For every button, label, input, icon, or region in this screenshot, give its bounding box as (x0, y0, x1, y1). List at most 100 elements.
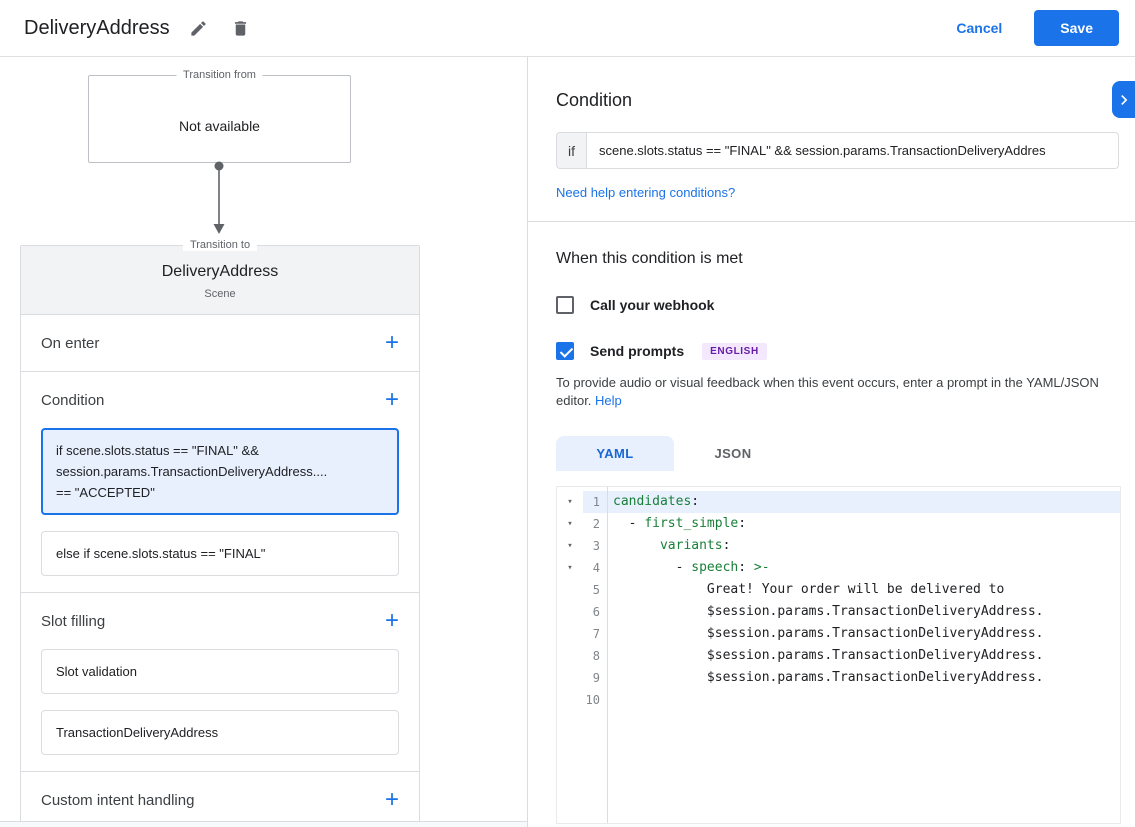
fold-gutter (557, 601, 583, 623)
scene-header: DeliveryAddress Scene (21, 246, 419, 315)
line-number: 7 (583, 623, 607, 645)
add-condition-button[interactable]: + (379, 388, 405, 412)
line-number: 9 (583, 667, 607, 689)
scene-type: Scene (21, 288, 419, 300)
line-number: 5 (583, 579, 607, 601)
condition-card[interactable]: else if scene.slots.status == "FINAL" (41, 531, 399, 576)
add-on-enter-button[interactable]: + (379, 331, 405, 355)
code-lines: ▾1candidates:▾2 - first_simple:▾3 varian… (557, 491, 1120, 711)
line-number: 6 (583, 601, 607, 623)
editor-line[interactable]: 8 $session.params.TransactionDeliveryAdd… (557, 645, 1120, 667)
code-text (607, 689, 1120, 711)
editor-line[interactable]: ▾4 - speech: >- (557, 557, 1120, 579)
save-button[interactable]: Save (1034, 10, 1119, 46)
delete-scene-button[interactable] (228, 15, 254, 41)
transition-from-label: Transition from (176, 69, 263, 81)
editor-line[interactable]: ▾1candidates: (557, 491, 1120, 513)
editor-tabs: YAML JSON (556, 436, 1119, 471)
fold-toggle-icon[interactable]: ▾ (557, 557, 583, 579)
slot-card[interactable]: TransactionDeliveryAddress (41, 710, 399, 755)
pencil-icon (189, 19, 208, 38)
code-text: candidates: (607, 491, 1120, 513)
editor-line[interactable]: ▾2 - first_simple: (557, 513, 1120, 535)
line-number: 2 (583, 513, 607, 535)
fold-gutter (557, 623, 583, 645)
code-text: $session.params.TransactionDeliveryAddre… (607, 601, 1120, 623)
fold-toggle-icon[interactable]: ▾ (557, 513, 583, 535)
line-number: 1 (583, 491, 607, 513)
editor-line[interactable]: 9 $session.params.TransactionDeliveryAdd… (557, 667, 1120, 689)
trash-icon (231, 19, 250, 38)
scene-name: DeliveryAddress (21, 263, 419, 281)
editor-line[interactable]: 10 (557, 689, 1120, 711)
editor-line[interactable]: 6 $session.params.TransactionDeliveryAdd… (557, 601, 1120, 623)
add-custom-intent-button[interactable]: + (379, 788, 405, 812)
send-prompts-row: Send prompts ENGLISH (556, 342, 1119, 360)
code-text: $session.params.TransactionDeliveryAddre… (607, 623, 1120, 645)
condition-heading: Condition (556, 90, 1119, 111)
transition-from-value: Not available (89, 118, 350, 134)
condition-section-label: Condition (41, 392, 104, 409)
when-condition-heading: When this condition is met (556, 250, 1119, 268)
on-enter-label: On enter (41, 335, 99, 352)
editor-line[interactable]: 5 Great! Your order will be delivered to (557, 579, 1120, 601)
fold-gutter (557, 689, 583, 711)
yaml-editor[interactable]: ▾1candidates:▾2 - first_simple:▾3 varian… (556, 486, 1121, 824)
prompt-hint-body: To provide audio or visual feedback when… (556, 375, 1099, 408)
code-text: - speech: >- (607, 557, 1120, 579)
fold-gutter (557, 645, 583, 667)
send-prompts-checkbox[interactable] (556, 342, 574, 360)
condition-expression-input[interactable] (586, 132, 1119, 169)
top-bar: DeliveryAddress Cancel Save (0, 0, 1135, 57)
fold-toggle-icon[interactable]: ▾ (557, 535, 583, 557)
code-text: Great! Your order will be delivered to (607, 579, 1120, 601)
on-enter-section: On enter + (21, 315, 419, 371)
condition-card-active[interactable]: if scene.slots.status == "FINAL" && sess… (41, 428, 399, 515)
prompt-help-link[interactable]: Help (595, 393, 622, 408)
main-content: Transition from Not available Transition… (0, 57, 1135, 827)
chevron-right-icon (1114, 90, 1134, 110)
custom-intent-section: Custom intent handling + (21, 771, 419, 827)
transition-from-node: Transition from Not available (88, 75, 351, 163)
fold-gutter (557, 579, 583, 601)
condition-expression-row: if (556, 132, 1119, 169)
tab-yaml[interactable]: YAML (556, 436, 674, 471)
webhook-checkbox[interactable] (556, 296, 574, 314)
cancel-button[interactable]: Cancel (946, 12, 1012, 44)
editor-line[interactable]: 7 $session.params.TransactionDeliveryAdd… (557, 623, 1120, 645)
transition-to-label: Transition to (183, 239, 257, 251)
add-slot-button[interactable]: + (379, 609, 405, 633)
fold-gutter (557, 667, 583, 689)
if-label: if (556, 132, 586, 169)
line-number: 4 (583, 557, 607, 579)
line-number: 8 (583, 645, 607, 667)
condition-help-link[interactable]: Need help entering conditions? (556, 185, 735, 200)
section-divider (528, 221, 1135, 222)
prompt-hint-text: To provide audio or visual feedback when… (556, 374, 1119, 410)
send-prompts-label: Send prompts (590, 343, 684, 359)
line-number: 3 (583, 535, 607, 557)
collapse-panel-button[interactable] (1112, 81, 1135, 118)
condition-detail-panel: Condition if Need help entering conditio… (528, 57, 1135, 827)
slot-filling-label: Slot filling (41, 613, 105, 630)
line-number: 10 (583, 689, 607, 711)
language-badge: ENGLISH (702, 343, 767, 360)
code-text: $session.params.TransactionDeliveryAddre… (607, 645, 1120, 667)
scene-canvas: Transition from Not available Transition… (0, 57, 528, 827)
webhook-row: Call your webhook (556, 296, 1119, 314)
code-text: variants: (607, 535, 1120, 557)
tab-json[interactable]: JSON (674, 436, 792, 471)
webhook-label: Call your webhook (590, 297, 714, 313)
code-text: - first_simple: (607, 513, 1120, 535)
page-title: DeliveryAddress (24, 17, 170, 40)
condition-section: Condition + if scene.slots.status == "FI… (21, 371, 419, 576)
transition-arrow-icon (207, 161, 231, 242)
editor-line[interactable]: ▾3 variants: (557, 535, 1120, 557)
custom-intent-label: Custom intent handling (41, 792, 194, 809)
code-text: $session.params.TransactionDeliveryAddre… (607, 667, 1120, 689)
slot-filling-section: Slot filling + Slot validation Transacti… (21, 592, 419, 755)
edit-title-button[interactable] (186, 15, 212, 41)
slot-validation-card[interactable]: Slot validation (41, 649, 399, 694)
transition-to-node: Transition to DeliveryAddress Scene On e… (20, 245, 420, 827)
fold-toggle-icon[interactable]: ▾ (557, 491, 583, 513)
